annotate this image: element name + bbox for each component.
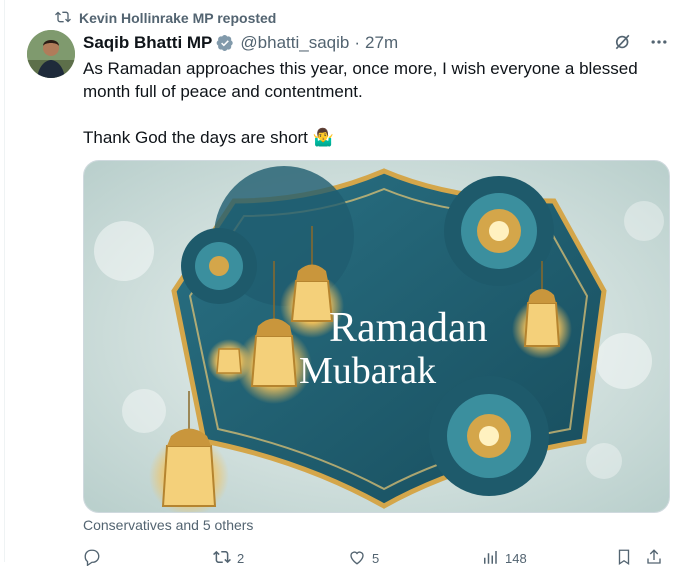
author-name[interactable]: Saqib Bhatti MP [83, 33, 212, 53]
separator-dot: · [354, 33, 361, 52]
tweet-text: As Ramadan approaches this year, once mo… [83, 59, 638, 147]
reply-button[interactable] [83, 548, 107, 569]
share-button[interactable] [645, 548, 663, 569]
author-handle[interactable]: @bhatti_saqib [240, 33, 349, 53]
like-count: 5 [372, 551, 380, 566]
tweet-card[interactable]: Kevin Hollinrake MP reposted Saqib Bhatt… [4, 0, 684, 567]
tweet-header: Saqib Bhatti MP @bhatti_saqib · 27m [83, 32, 669, 54]
bookmark-button[interactable] [615, 548, 633, 569]
heart-icon [348, 548, 366, 569]
grok-icon[interactable] [613, 32, 633, 57]
tweet-image[interactable]: Ramadan Mubarak [83, 160, 670, 513]
tagged-users-caption[interactable]: Conservatives and 5 others [83, 517, 253, 533]
share-icon [645, 548, 663, 569]
timestamp[interactable]: 27m [365, 33, 398, 53]
action-bar: 2 5 148 [83, 548, 669, 568]
repost-indicator[interactable]: Kevin Hollinrake MP reposted [55, 8, 276, 28]
repost-button[interactable]: 2 [213, 548, 244, 569]
views-count: 148 [505, 551, 527, 566]
views-icon [481, 548, 499, 569]
views-button[interactable]: 148 [481, 548, 527, 569]
repost-count: 2 [237, 551, 245, 566]
bookmark-icon [615, 548, 633, 569]
media-title-line2: Mubarak [299, 350, 436, 392]
reply-icon [83, 548, 101, 569]
repost-icon [55, 9, 71, 28]
media-title-line1: Ramadan [329, 305, 488, 351]
repost-text: Kevin Hollinrake MP reposted [79, 10, 277, 26]
like-button[interactable]: 5 [348, 548, 379, 569]
verified-badge-icon [216, 34, 234, 52]
avatar[interactable] [27, 30, 75, 78]
repost-action-icon [213, 548, 231, 569]
more-options-icon[interactable] [649, 32, 669, 57]
